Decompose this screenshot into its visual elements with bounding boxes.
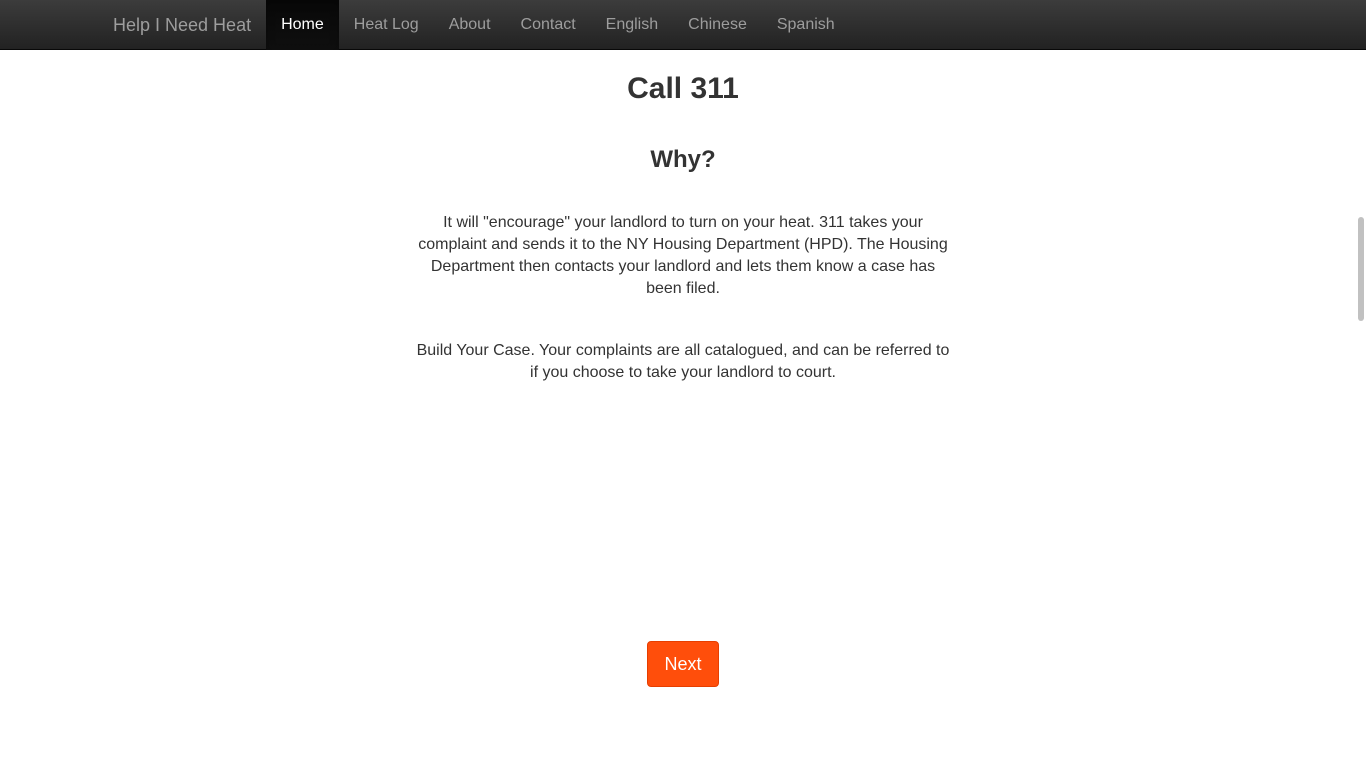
nav-item-contact[interactable]: Contact <box>506 0 591 50</box>
paragraph-build-case: Build Your Case. Your complaints are all… <box>416 342 950 381</box>
nav-item-spanish[interactable]: Spanish <box>762 0 850 50</box>
nav-item-about[interactable]: About <box>434 0 506 50</box>
top-navbar: Help I Need Heat Home Heat Log About Con… <box>0 0 1366 50</box>
nav-inner: Help I Need Heat Home Heat Log About Con… <box>98 0 850 50</box>
page-title: Call 311 <box>627 72 739 105</box>
scrollbar-thumb[interactable] <box>1358 217 1364 321</box>
nav-item-english[interactable]: English <box>591 0 673 50</box>
paragraph-encourage: It will "encourage" your landlord to tur… <box>418 214 948 297</box>
section-title-why: Why? <box>650 146 716 173</box>
nav-item-heat-log[interactable]: Heat Log <box>339 0 434 50</box>
nav-item-home[interactable]: Home <box>266 0 339 50</box>
next-button[interactable]: Next <box>647 641 719 687</box>
brand-link[interactable]: Help I Need Heat <box>98 0 266 50</box>
nav-item-chinese[interactable]: Chinese <box>673 0 762 50</box>
